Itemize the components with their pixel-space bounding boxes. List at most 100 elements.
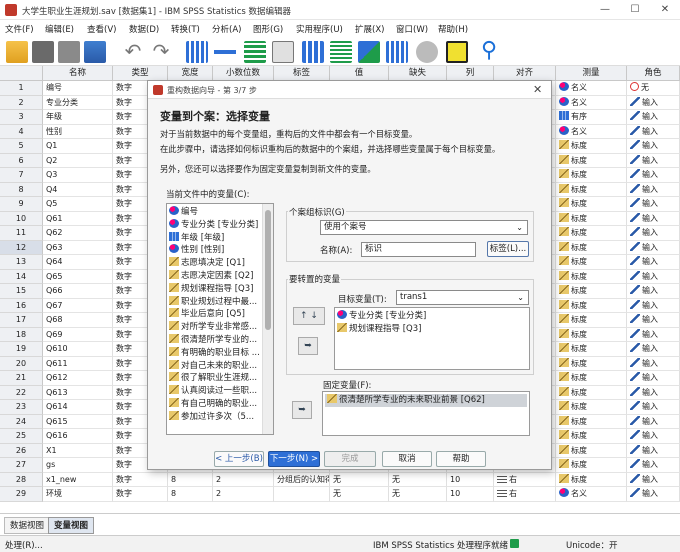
maximize-button[interactable]: ☐ <box>620 0 650 20</box>
variable-list-item[interactable]: 对所学专业非常感... <box>169 321 261 334</box>
grid-cell[interactable]: Q616 <box>43 429 113 444</box>
grid-cell[interactable]: 标度 <box>556 139 627 154</box>
grid-cell[interactable]: 名义 <box>556 95 627 110</box>
grid-cell[interactable]: 无 <box>330 472 389 487</box>
grid-cell[interactable]: 名义 <box>556 487 627 502</box>
grid-cell[interactable]: 年级 <box>43 110 113 125</box>
grid-cell[interactable]: 输入 <box>627 124 680 139</box>
grid-cell[interactable]: Q67 <box>43 298 113 313</box>
row-number[interactable]: 5 <box>0 139 43 154</box>
grid-cell[interactable]: 右 <box>494 487 556 502</box>
grid-cell[interactable]: 输入 <box>627 458 680 473</box>
grid-cell[interactable]: 标度 <box>556 298 627 313</box>
grid-cell[interactable]: 名义 <box>556 81 627 96</box>
row-number[interactable]: 13 <box>0 255 43 270</box>
grid-cell[interactable]: 输入 <box>627 327 680 342</box>
variable-list-item[interactable]: 有自己明确的职业... <box>169 397 261 411</box>
grid-cell[interactable]: Q63 <box>43 240 113 255</box>
menu-analyze[interactable]: 分析(A) <box>212 23 241 35</box>
column-header-decimals[interactable]: 小数位数 <box>213 66 274 81</box>
value-labels-icon[interactable] <box>416 41 438 63</box>
back-button[interactable]: < 上一步(B) <box>214 451 264 467</box>
row-number[interactable]: 21 <box>0 371 43 386</box>
grid-cell[interactable]: 输入 <box>627 385 680 400</box>
grid-cell[interactable]: 输入 <box>627 414 680 429</box>
grid-cell[interactable]: Q613 <box>43 385 113 400</box>
grid-cell[interactable]: 输入 <box>627 298 680 313</box>
variable-list-item[interactable]: 认真阅读过一些职... <box>169 385 261 398</box>
grid-cell[interactable]: 性别 <box>43 124 113 139</box>
row-number[interactable]: 12 <box>0 240 43 255</box>
variable-list-item[interactable]: 参加过许多次（5... <box>169 410 261 424</box>
grid-cell[interactable]: 输入 <box>627 95 680 110</box>
grid-cell[interactable]: 标度 <box>556 240 627 255</box>
grid-cell[interactable]: 标度 <box>556 400 627 415</box>
grid-cell[interactable]: 标度 <box>556 356 627 371</box>
insert-variable-icon[interactable] <box>330 41 352 63</box>
grid-cell[interactable]: 输入 <box>627 313 680 328</box>
variable-list-item[interactable]: 年级 [年级] <box>169 231 261 245</box>
grid-cell[interactable]: 输入 <box>627 356 680 371</box>
row-number[interactable]: 27 <box>0 458 43 473</box>
column-header-type[interactable]: 类型 <box>113 66 168 81</box>
grid-cell[interactable]: 输入 <box>627 443 680 458</box>
grid-cell[interactable]: 输入 <box>627 139 680 154</box>
cancel-button[interactable]: 取消 <box>382 451 432 467</box>
grid-cell[interactable]: 专业分类 <box>43 95 113 110</box>
grid-cell[interactable]: Q65 <box>43 269 113 284</box>
grid-cell[interactable]: 输入 <box>627 197 680 212</box>
variable-list-item[interactable]: 专业分类 [专业分类] <box>169 218 261 232</box>
current-variables-list[interactable]: 编号 专业分类 [专业分类] 年级 [年级] 性别 [性别] 志愿填决定 [Q1] 志愿决… <box>166 203 274 435</box>
grid-cell[interactable]: 输入 <box>627 182 680 197</box>
column-header-align[interactable]: 对齐 <box>494 66 556 81</box>
grid-cell[interactable]: 标度 <box>556 371 627 386</box>
grid-cell[interactable]: 输入 <box>627 226 680 241</box>
grid-cell[interactable]: Q2 <box>43 153 113 168</box>
minimize-button[interactable]: — <box>590 0 620 20</box>
grid-cell[interactable]: 环境 <box>43 487 113 502</box>
grid-cell[interactable]: 输入 <box>627 429 680 444</box>
row-number[interactable]: 1 <box>0 81 43 96</box>
grid-cell[interactable]: 标度 <box>556 385 627 400</box>
grid-cell[interactable]: X1 <box>43 443 113 458</box>
variable-list-item[interactable]: 志愿填决定 [Q1] <box>169 257 261 270</box>
grid-cell[interactable]: Q611 <box>43 356 113 371</box>
row-number[interactable]: 20 <box>0 356 43 371</box>
help-button[interactable]: 帮助 <box>436 451 486 467</box>
open-folder-icon[interactable] <box>6 41 28 63</box>
move-up-down-buttons[interactable]: ↑ ↓ <box>293 307 325 325</box>
list-scrollbar[interactable] <box>262 204 273 434</box>
menu-data[interactable]: 数据(D) <box>129 23 159 35</box>
recall-dialog-icon[interactable] <box>84 41 106 63</box>
grid-cell[interactable]: 数字 <box>113 487 168 502</box>
grid-cell[interactable]: 输入 <box>627 269 680 284</box>
grid-cell[interactable]: Q1 <box>43 139 113 154</box>
target-variable-select[interactable]: trans1 ⌄ <box>396 290 529 305</box>
grid-cell[interactable]: 标度 <box>556 255 627 270</box>
split-file-icon[interactable] <box>302 41 324 63</box>
variable-list-item[interactable]: 对自己未来的职业... <box>169 359 261 373</box>
row-number[interactable]: 19 <box>0 342 43 357</box>
row-number[interactable]: 4 <box>0 124 43 139</box>
column-header-name[interactable]: 名称 <box>43 66 113 81</box>
row-number[interactable]: 25 <box>0 429 43 444</box>
column-header-missing[interactable]: 缺失 <box>389 66 447 81</box>
variable-list-item[interactable]: 毕业后意向 [Q5] <box>169 308 261 321</box>
row-number[interactable]: 24 <box>0 414 43 429</box>
grid-cell[interactable]: 标度 <box>556 168 627 183</box>
menu-graphs[interactable]: 图形(G) <box>253 23 283 35</box>
tab-variable-view[interactable]: 变量视图 <box>48 517 95 534</box>
labels-button[interactable]: 标签(L)... <box>487 241 529 257</box>
menu-view[interactable]: 查看(V) <box>87 23 116 35</box>
grid-cell[interactable]: 标度 <box>556 443 627 458</box>
grid-cell[interactable]: 8 <box>168 487 213 502</box>
grid-cell[interactable]: 输入 <box>627 472 680 487</box>
redo-icon[interactable]: ↷ <box>150 41 172 63</box>
grid-cell[interactable]: 标度 <box>556 313 627 328</box>
row-number[interactable]: 7 <box>0 168 43 183</box>
undo-icon[interactable]: ↶ <box>122 41 144 63</box>
column-header-label[interactable]: 标签 <box>274 66 330 81</box>
close-window-button[interactable]: ✕ <box>650 0 680 20</box>
list-scroll-thumb[interactable] <box>265 210 271 330</box>
variable-list-item[interactable]: 有明确的职业目标 ... <box>169 346 261 360</box>
